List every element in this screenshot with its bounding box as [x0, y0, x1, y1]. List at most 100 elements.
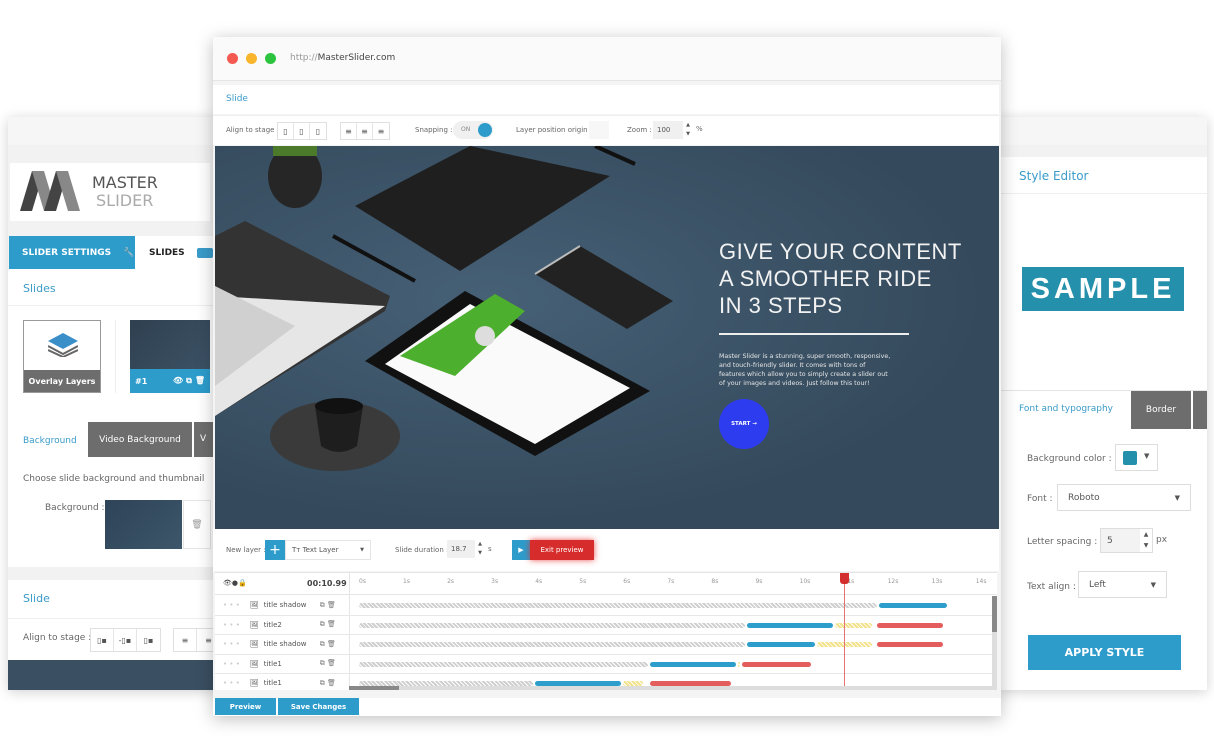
slide-stage[interactable]: GIVE YOUR CONTENT A SMOOTHER RIDE IN 3 S…: [215, 146, 999, 529]
playhead[interactable]: [839, 573, 849, 690]
timeline-segment-in[interactable]: [878, 603, 948, 608]
playhead-handle[interactable]: [839, 573, 849, 584]
align-label: Align to stage :: [226, 126, 280, 134]
tab-font-typography[interactable]: Font and typography: [1019, 404, 1113, 414]
layer-type-select[interactable]: Tт Text Layer ▼: [285, 540, 371, 560]
trash-icon[interactable]: 🗑: [195, 376, 205, 386]
timeline-segment-delay[interactable]: [359, 622, 745, 628]
visibility-dots[interactable]: • • •: [223, 601, 240, 609]
horizontal-scrollbar[interactable]: [349, 686, 992, 690]
timeline: 👁●🔒 00:10.99 0s 1s 2s 3s 4s 5s 6s 7s 8s 9s 10s 11s 1…: [215, 572, 997, 690]
eye-icon[interactable]: 👁: [173, 376, 183, 386]
align-center-icon[interactable]: ≡: [357, 123, 373, 139]
slide-thumb-1[interactable]: #1 👁 ⧉ 🗑: [130, 320, 210, 393]
bg-image-preview[interactable]: [105, 500, 182, 549]
timeline-layer-row[interactable]: • • • 🖼 title shadow ⧉ 🗑: [215, 596, 995, 616]
align-bottom-icon[interactable]: ▯: [310, 123, 326, 139]
overlay-layers-thumb[interactable]: Overlay Layers: [23, 320, 101, 393]
timeline-tick-label: 1s: [403, 578, 410, 585]
layer-name-cell: • • • 🖼 title1 ⧉ 🗑: [215, 655, 349, 674]
toolbar: Align to stage : ▯ ▯ ▯ ≡ ≡ ≡ Snapping : ON L…: [213, 115, 999, 145]
layer-type-value: Text Layer: [302, 546, 339, 554]
duplicate-delete-icons[interactable]: ⧉ 🗑: [320, 601, 336, 610]
timeline-segment-wait[interactable]: [737, 661, 741, 667]
visibility-dots[interactable]: • • •: [223, 640, 240, 648]
stepper-icon[interactable]: ▲ ▼: [475, 540, 485, 558]
add-layer-button[interactable]: +: [265, 540, 285, 560]
font-select[interactable]: Roboto ▼: [1057, 484, 1191, 511]
minimize-dot[interactable]: [246, 53, 257, 64]
timeline-tick-label: 2s: [447, 578, 455, 585]
start-button[interactable]: START →: [719, 399, 769, 449]
font-value: Roboto: [1068, 493, 1100, 503]
timeline-segment-out[interactable]: [876, 642, 943, 647]
timeline-segment-delay[interactable]: [359, 642, 745, 647]
snapping-toggle[interactable]: ON: [453, 121, 493, 139]
stepper-icon[interactable]: ▲ ▼: [1140, 529, 1152, 552]
align-horizontal-group[interactable]: ≡ ≡: [173, 628, 218, 652]
vertical-scrollbar[interactable]: [992, 596, 997, 690]
play-button[interactable]: ▶: [512, 540, 530, 560]
duplicate-delete-icons[interactable]: ⧉ 🗑: [320, 620, 336, 629]
timeline-segment-wait[interactable]: [817, 642, 873, 647]
tab-video-background[interactable]: Video Background: [88, 422, 192, 457]
tab-slider-settings[interactable]: SLIDER SETTINGS 🔧: [9, 236, 135, 269]
headline-line-3[interactable]: IN 3 STEPS: [719, 292, 962, 319]
exit-preview-button[interactable]: Exit preview: [530, 540, 594, 560]
timeline-layer-row[interactable]: • • • 🖼 title2 ⧉ 🗑: [215, 616, 995, 635]
tab-slides[interactable]: SLIDES: [135, 236, 218, 269]
layer-name-cell: • • • 🖼 title2 ⧉ 🗑: [215, 616, 349, 635]
timeline-segment-wait[interactable]: [834, 622, 873, 628]
tab-background[interactable]: Background: [23, 436, 77, 446]
duplicate-icon[interactable]: ⧉: [186, 376, 192, 386]
align-top-icon[interactable]: ▯: [278, 123, 294, 139]
align-vertical-group[interactable]: ▯▪ -▯▪ ▯▪: [90, 628, 161, 652]
duration-value: 18.7: [451, 545, 467, 553]
headline-divider[interactable]: [719, 333, 909, 335]
apply-style-button[interactable]: APPLY STYLE: [1028, 635, 1181, 670]
timeline-segment-in[interactable]: [746, 642, 816, 647]
duplicate-delete-icons[interactable]: ⧉ 🗑: [320, 640, 336, 649]
timeline-segment-in[interactable]: [746, 622, 833, 628]
bg-color-picker[interactable]: ▼: [1115, 444, 1158, 471]
timeline-ruler[interactable]: 0s 1s 2s 3s 4s 5s 6s 7s 8s 9s 10s 11s 12s 13s 14s: [215, 573, 997, 595]
align-vertical-group[interactable]: ▯ ▯ ▯: [277, 122, 327, 140]
align-horizontal-group[interactable]: ≡ ≡ ≡: [340, 122, 390, 140]
visibility-dots[interactable]: • • •: [223, 660, 240, 668]
zoom-input[interactable]: 100 ▲ ▼: [653, 121, 693, 139]
save-changes-button[interactable]: Save Changes: [278, 698, 359, 715]
close-dot[interactable]: [227, 53, 238, 64]
tab-border[interactable]: Border: [1131, 391, 1191, 429]
preview-button[interactable]: Preview: [215, 698, 276, 715]
slide-body-text[interactable]: Master Slider is a stunning, super smoot…: [719, 352, 891, 388]
align-top-icon[interactable]: ▯▪: [91, 629, 114, 651]
align-middle-icon[interactable]: ▯: [294, 123, 310, 139]
timeline-segment-delay[interactable]: [359, 661, 648, 667]
timeline-segment-out[interactable]: [742, 661, 811, 667]
align-middle-icon[interactable]: -▯▪: [114, 629, 137, 651]
align-bottom-icon[interactable]: ▯▪: [137, 629, 160, 651]
letter-spacing-input[interactable]: 5 ▲ ▼: [1100, 528, 1153, 553]
timeline-segment-in[interactable]: [649, 661, 736, 667]
headline-line-2[interactable]: A SMOOTHER RIDE: [719, 265, 962, 292]
visibility-dots[interactable]: • • •: [223, 679, 240, 687]
timeline-segment-out[interactable]: [876, 622, 943, 628]
timeline-layer-row[interactable]: • • • 🖼 title shadow ⧉ 🗑: [215, 635, 995, 655]
timeline-layer-row[interactable]: • • • 🖼 title1 ⧉ 🗑: [215, 655, 995, 674]
align-left-icon[interactable]: ≡: [174, 629, 197, 651]
duration-input[interactable]: 18.7 ▲ ▼: [447, 540, 485, 558]
bg-remove-button[interactable]: 🗑: [183, 500, 211, 549]
origin-picker[interactable]: [589, 121, 609, 139]
align-right-icon[interactable]: ≡: [373, 123, 389, 139]
duplicate-delete-icons[interactable]: ⧉ 🗑: [320, 659, 336, 668]
text-align-select[interactable]: Left ▼: [1078, 571, 1167, 598]
align-left-icon[interactable]: ≡: [341, 123, 357, 139]
maximize-dot[interactable]: [265, 53, 276, 64]
headline-line-1[interactable]: GIVE YOUR CONTENT: [719, 238, 962, 265]
duplicate-delete-icons[interactable]: ⧉ 🗑: [320, 679, 336, 688]
stepper-icon[interactable]: ▲ ▼: [683, 121, 693, 139]
logo: MASTER SLIDER: [10, 163, 210, 221]
url-bar[interactable]: http://MasterSlider.com: [290, 53, 395, 63]
timeline-segment-delay[interactable]: [359, 603, 877, 608]
visibility-dots[interactable]: • • •: [223, 621, 240, 629]
